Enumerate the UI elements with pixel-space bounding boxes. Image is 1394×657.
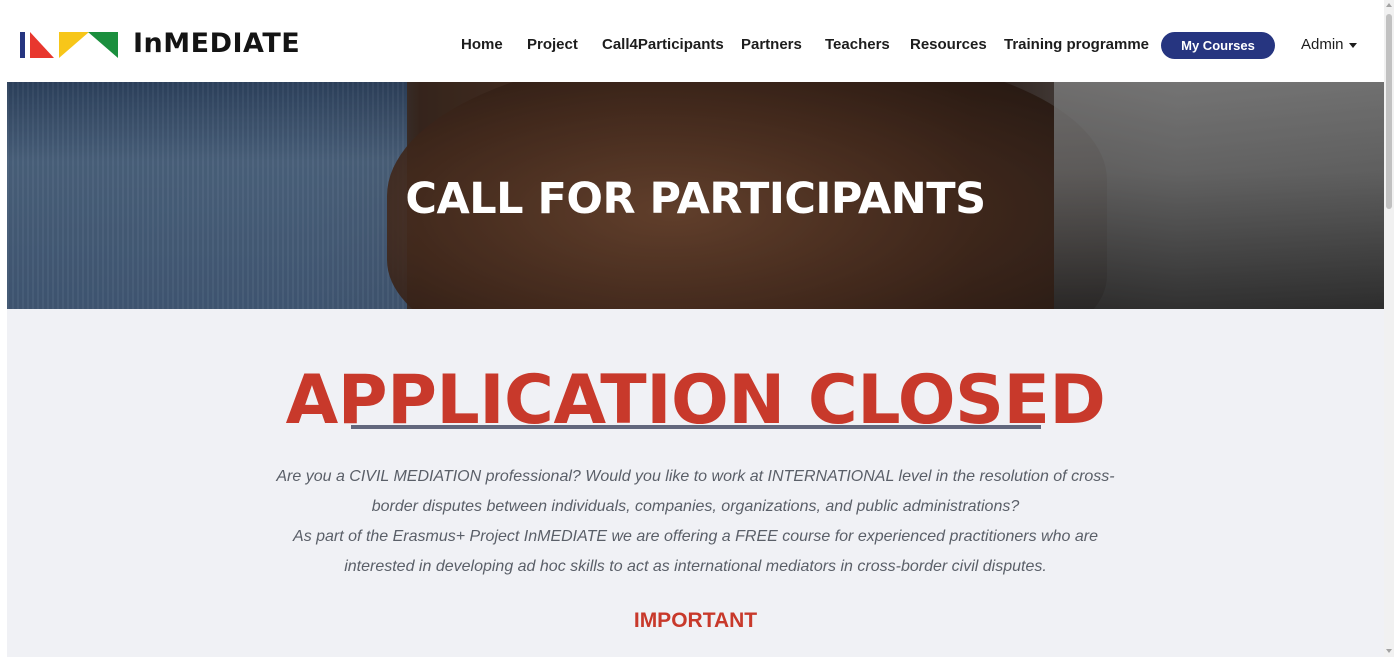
- page-scrollbar[interactable]: [1384, 0, 1394, 657]
- hero-title: CALL FOR PARTICIPANTS: [405, 174, 986, 224]
- site-header: InMEDIATE Home Project Call4Participants…: [0, 0, 1384, 82]
- heading-underline: [351, 425, 1041, 429]
- nav-resources[interactable]: Resources: [910, 36, 987, 56]
- admin-dropdown[interactable]: Admin: [1301, 36, 1357, 53]
- my-courses-button[interactable]: My Courses: [1161, 32, 1275, 59]
- nav-call4participants[interactable]: Call4Participants: [602, 36, 724, 56]
- inmediate-logo-icon[interactable]: [20, 30, 120, 60]
- scroll-down-icon[interactable]: [1386, 649, 1392, 653]
- nav-training-programme[interactable]: Training programme: [1004, 36, 1149, 56]
- nav-project[interactable]: Project: [527, 36, 578, 56]
- main-content: APPLICATION CLOSED Are you a CIVIL MEDIA…: [7, 309, 1384, 657]
- important-heading: IMPORTANT: [633, 609, 758, 632]
- brand-name[interactable]: InMEDIATE: [133, 28, 300, 59]
- intro-text: Are you a CIVIL MEDIATION professional? …: [267, 462, 1124, 582]
- intro-line: As part of the Erasmus+ Project InMEDIAT…: [293, 528, 1098, 545]
- intro-line: interested in developing ad hoc skills t…: [344, 558, 1047, 575]
- hero-banner: CALL FOR PARTICIPANTS: [7, 82, 1384, 309]
- scrollbar-thumb[interactable]: [1386, 14, 1392, 209]
- caret-down-icon: [1348, 43, 1357, 48]
- nav-partners[interactable]: Partners: [741, 36, 802, 56]
- nav-home[interactable]: Home: [461, 36, 503, 56]
- admin-label: Admin: [1301, 36, 1344, 53]
- scroll-up-icon[interactable]: [1386, 3, 1392, 7]
- intro-line: Are you a CIVIL MEDIATION professional? …: [276, 468, 1115, 485]
- nav-teachers[interactable]: Teachers: [825, 36, 890, 56]
- intro-line: border disputes between individuals, com…: [371, 498, 1020, 515]
